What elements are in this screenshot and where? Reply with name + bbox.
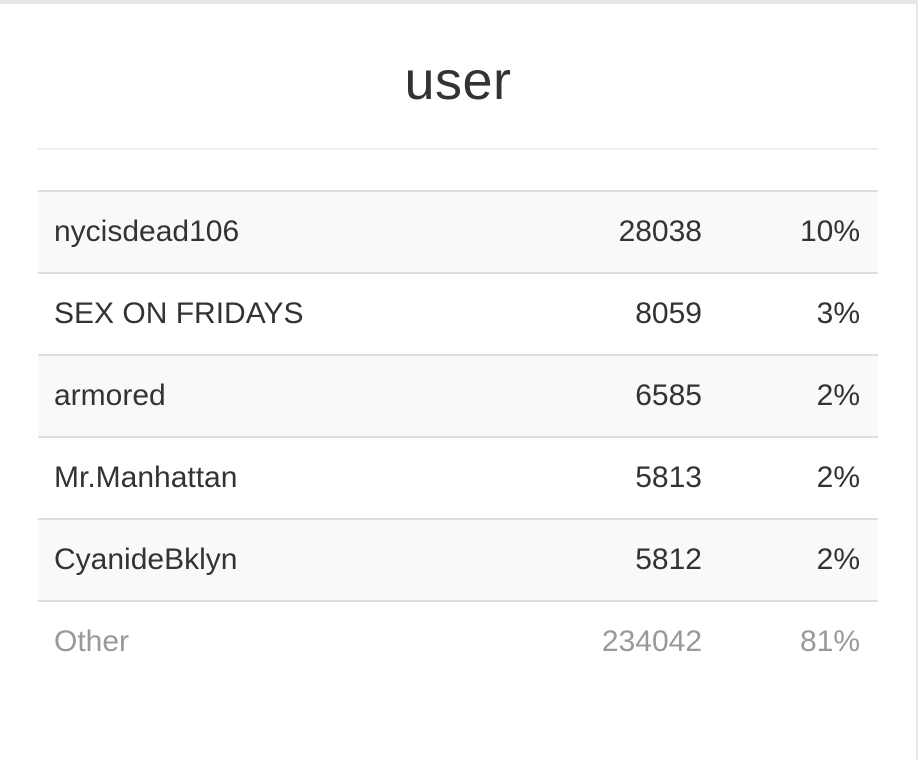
top-values-table: nycisdead106 28038 10% SEX ON FRIDAYS 80… <box>38 190 878 682</box>
row-percent: 10% <box>799 215 860 248</box>
row-percent: 2% <box>816 379 860 412</box>
table-row[interactable]: SEX ON FRIDAYS 8059 3% <box>38 274 878 356</box>
row-percent: 2% <box>816 461 860 494</box>
row-count: 6585 <box>635 379 702 412</box>
row-count: 5812 <box>635 543 702 576</box>
table-row[interactable]: Mr.Manhattan 5813 2% <box>38 438 878 520</box>
row-name: armored <box>54 379 166 412</box>
other-percent: 81% <box>799 625 860 658</box>
row-name: CyanideBklyn <box>54 543 238 576</box>
row-count: 5813 <box>635 461 702 494</box>
row-count: 28038 <box>618 215 702 248</box>
title-divider <box>38 148 878 150</box>
row-percent: 2% <box>816 543 860 576</box>
table-row[interactable]: armored 6585 2% <box>38 356 878 438</box>
row-percent: 3% <box>816 297 860 330</box>
top-values-panel: user nycisdead106 28038 10% SEX ON FRIDA… <box>0 0 918 760</box>
row-name: SEX ON FRIDAYS <box>54 297 304 330</box>
row-name: Mr.Manhattan <box>54 461 238 494</box>
table-row[interactable]: CyanideBklyn 5812 2% <box>38 520 878 602</box>
panel-title: user <box>404 51 512 111</box>
table-row[interactable]: nycisdead106 28038 10% <box>38 192 878 274</box>
row-name: nycisdead106 <box>54 215 240 248</box>
other-count: 234042 <box>601 625 702 658</box>
table-row-other: Other 234042 81% <box>38 602 878 682</box>
row-count: 8059 <box>635 297 702 330</box>
other-name: Other <box>54 625 130 658</box>
